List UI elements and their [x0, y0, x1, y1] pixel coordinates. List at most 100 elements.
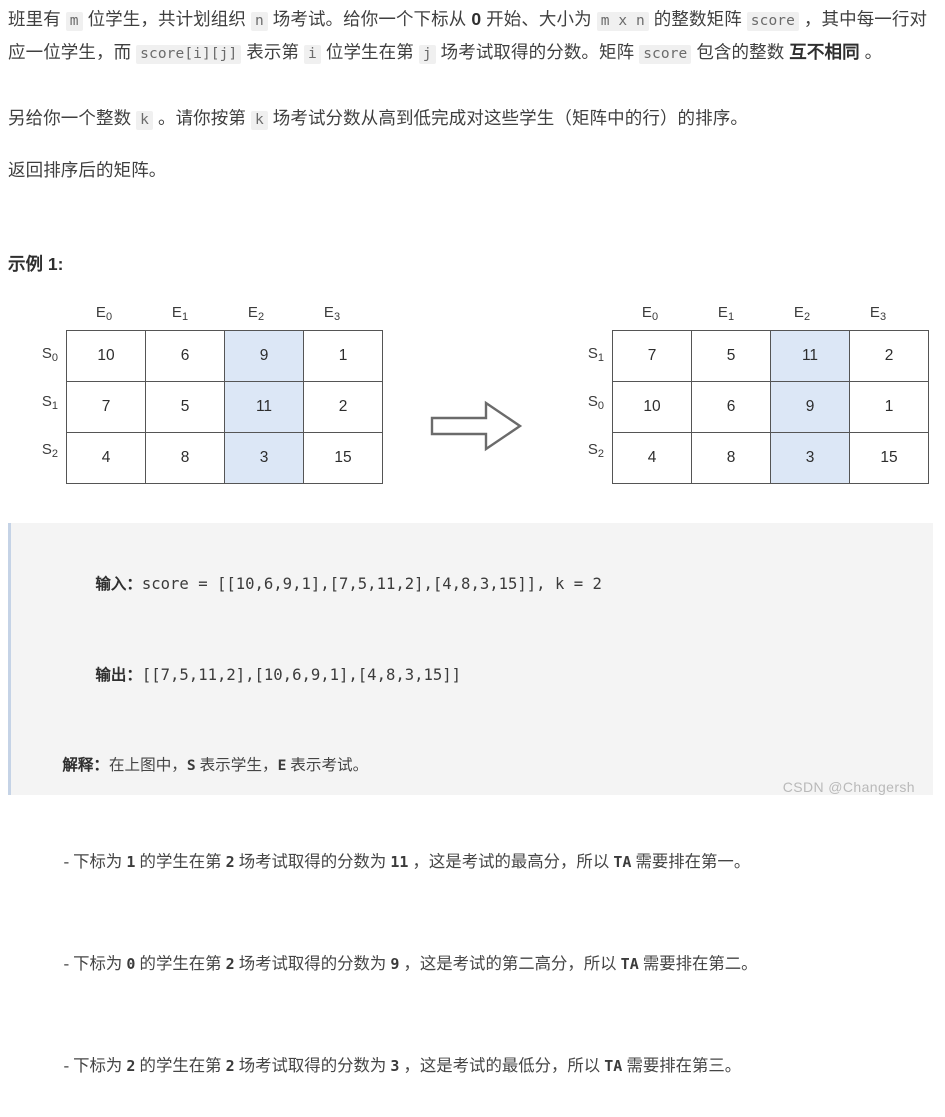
text-segment: 表示考试。 — [286, 757, 369, 774]
matrix-cell-highlighted: 3 — [770, 432, 850, 484]
matrix-cell-highlighted: 9 — [224, 330, 304, 382]
exam-index: 2 — [225, 1057, 235, 1075]
inline-code-i: i — [304, 45, 321, 64]
inline-code-score-2: score — [639, 45, 692, 64]
col-label-e3: E3 — [869, 304, 887, 323]
matrix-cell: 7 — [612, 330, 692, 382]
matrix-cell: 2 — [303, 381, 383, 433]
matrix-cell-highlighted: 9 — [770, 381, 850, 433]
text-segment: 位学生，共计划组织 — [82, 9, 251, 29]
table-row: 7 5 11 2 — [66, 381, 383, 433]
exam-index: 2 — [225, 853, 235, 871]
text-segment: 返回排序后的矩阵。 — [8, 160, 167, 180]
input-label: 输入： — [95, 576, 142, 593]
text-segment: 在上图中， — [108, 757, 187, 774]
text-segment: ，这是考试的最高分，所以 — [408, 852, 614, 871]
text-segment: 场考试取得的分数为 — [234, 1056, 391, 1075]
matrix-cell: 1 — [303, 330, 383, 382]
matrix-cell: 8 — [145, 432, 225, 484]
row-label-s0: S0 — [41, 345, 58, 364]
text-segment: - 下标为 — [63, 954, 127, 973]
score-value: 3 — [390, 1057, 400, 1075]
matrix-cell: 5 — [145, 381, 225, 433]
row-label-s2: S2 — [587, 441, 604, 460]
text-segment: 位学生在第 — [320, 42, 419, 62]
text-segment: 班里有 — [8, 9, 66, 29]
ta-token: TA — [620, 955, 639, 973]
matrix-cell-highlighted: 3 — [224, 432, 304, 484]
table-row: 7 5 11 2 — [612, 330, 929, 382]
input-matrix-column-labels: E0 E1 E2 E3 — [66, 296, 383, 330]
exam-index: 2 — [225, 955, 235, 973]
inline-code-score-1: score — [746, 12, 799, 31]
example-block: 输入：score = [[10,6,9,1],[7,5,11,2],[4,8,3… — [8, 523, 933, 1075]
bold-zero: 0 — [471, 9, 482, 29]
text-segment: 场考试分数从高到低完成对这些学生（矩阵中的行）的排序。 — [267, 108, 748, 128]
inline-code-k-1: k — [136, 111, 154, 130]
example-heading: 示例 1: — [8, 254, 64, 274]
table-row: 4 8 3 15 — [66, 432, 383, 484]
matrix-cell: 15 — [849, 432, 929, 484]
output-matrix: E0 E1 E2 E3 S1 S0 S2 7 5 11 2 10 6 9 1 4… — [588, 296, 929, 484]
output-label: 输出： — [95, 667, 142, 684]
row-label-s1: S1 — [587, 345, 604, 364]
matrix-cell-highlighted: 11 — [224, 381, 304, 433]
text-segment: 的学生在第 — [135, 954, 226, 973]
col-label-e1: E1 — [171, 304, 189, 323]
text-segment: - 下标为 — [63, 1056, 127, 1075]
matrix-cell: 6 — [145, 330, 225, 382]
bold-distinct: 互不相同 — [789, 42, 860, 62]
student-index: 0 — [126, 955, 136, 973]
text-segment: 的整数矩阵 — [648, 9, 747, 29]
explanation-label: 解释： — [62, 757, 109, 774]
symbol-s: S — [186, 757, 196, 774]
col-label-e1: E1 — [717, 304, 735, 323]
text-segment: 的学生在第 — [135, 852, 226, 871]
matrix-cell: 2 — [849, 330, 929, 382]
student-index: 1 — [126, 853, 136, 871]
text-segment: 场考试取得的分数为 — [234, 852, 391, 871]
col-label-e0: E0 — [641, 304, 659, 323]
output-value: [[7,5,11,2],[10,6,9,1],[4,8,3,15]] — [141, 666, 462, 684]
ta-token: TA — [613, 853, 632, 871]
explanation-bullet: - 下标为 2 的学生在第 2 场考试取得的分数为 3 ，这是考试的最低分，所以… — [39, 1015, 913, 1117]
matrix-cell: 8 — [691, 432, 771, 484]
matrix-cell: 4 — [66, 432, 146, 484]
text-segment: 的学生在第 — [135, 1056, 226, 1075]
input-matrix-table: 10 6 9 1 7 5 11 2 4 8 3 15 — [66, 330, 383, 484]
table-row: 10 6 9 1 — [66, 330, 383, 382]
ta-token: TA — [604, 1057, 623, 1075]
matrix-cell: 7 — [66, 381, 146, 433]
student-index: 2 — [126, 1057, 136, 1075]
matrix-cell: 6 — [691, 381, 771, 433]
matrix-cell: 10 — [612, 381, 692, 433]
inline-code-k-2: k — [250, 111, 268, 130]
problem-paragraph-1: 班里有 m 位学生，共计划组织 n 场考试。给你一个下标从 0 开始、大小为 m… — [8, 4, 938, 70]
text-segment: 场考试取得的分数。矩阵 — [435, 42, 640, 62]
text-segment: 场考试。给你一个下标从 — [267, 9, 472, 29]
row-label-s2: S2 — [41, 441, 58, 460]
row-label-s1: S1 — [41, 393, 58, 412]
text-segment: 。 — [859, 42, 883, 62]
right-arrow-icon — [428, 398, 524, 454]
text-segment: 需要排在第二。 — [638, 954, 758, 973]
example-explanation-line: 解释：在上图中，S 表示学生，E 表示考试。 — [39, 721, 913, 811]
table-row: 10 6 9 1 — [612, 381, 929, 433]
col-label-e2: E2 — [247, 304, 265, 323]
text-segment: - 下标为 — [63, 852, 127, 871]
problem-statement-page: 班里有 m 位学生，共计划组织 n 场考试。给你一个下标从 0 开始、大小为 m… — [0, 0, 945, 1075]
inline-code-mxn: m x n — [596, 12, 649, 31]
text-segment: 需要排在第一。 — [631, 852, 751, 871]
col-label-e2: E2 — [793, 304, 811, 323]
output-matrix-table: 7 5 11 2 10 6 9 1 4 8 3 15 — [612, 330, 929, 484]
score-value: 9 — [390, 955, 400, 973]
problem-paragraph-3: 返回排序后的矩阵。 — [8, 155, 938, 186]
problem-paragraph-2: 另给你一个整数 k 。请你按第 k 场考试分数从高到低完成对这些学生（矩阵中的行… — [8, 103, 938, 136]
inline-code-score-ij: score[i][j] — [136, 45, 242, 64]
matrix-cell: 1 — [849, 381, 929, 433]
text-segment: 包含的整数 — [691, 42, 790, 62]
matrix-cell-highlighted: 11 — [770, 330, 850, 382]
text-segment: 另给你一个整数 — [8, 108, 137, 128]
inline-code-m: m — [65, 12, 83, 31]
text-segment: 开始、大小为 — [481, 9, 597, 29]
